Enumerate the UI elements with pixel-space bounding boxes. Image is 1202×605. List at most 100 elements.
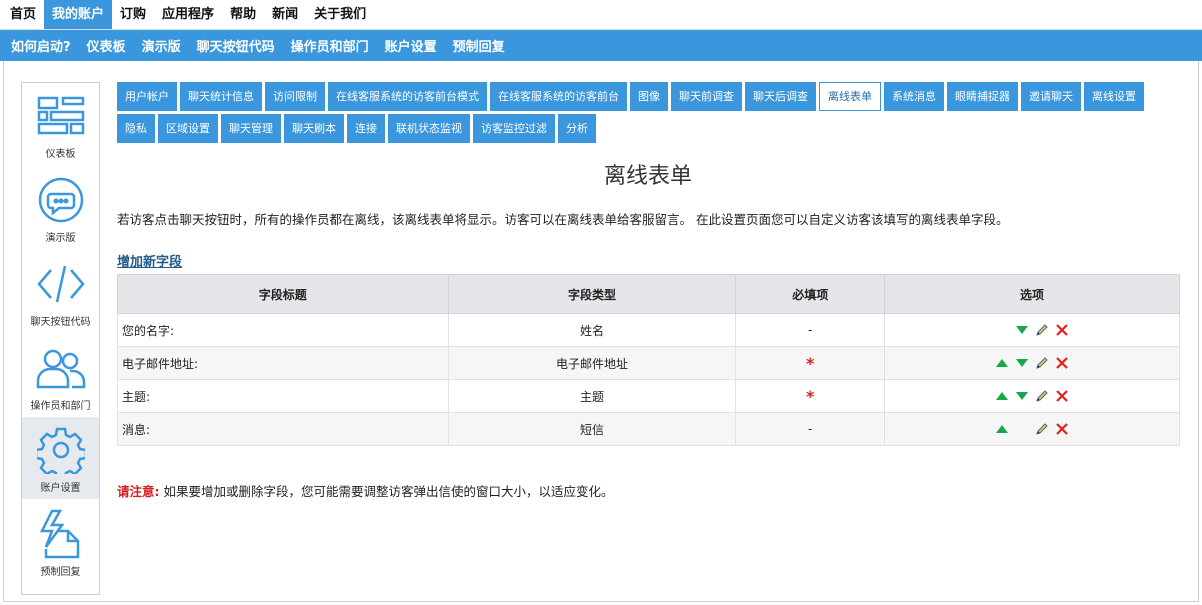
settings-tab[interactable]: 离线设置 — [1084, 82, 1144, 111]
settings-tab[interactable]: 分析 — [558, 114, 596, 143]
delete-x-icon[interactable] — [1055, 323, 1069, 337]
move-down-icon[interactable] — [1015, 389, 1029, 403]
sidebar-item-account-settings[interactable]: 账户设置 — [22, 417, 99, 499]
move-down-placeholder — [1015, 422, 1029, 436]
table-header-row: 字段标题 字段类型 必填项 选项 — [117, 274, 1180, 314]
sidebar-item-label: 账户设置 — [40, 483, 81, 494]
sub-nav-item[interactable]: 聊天按钮代码 — [189, 36, 283, 55]
delete-x-icon[interactable] — [1055, 356, 1069, 370]
sub-nav-item[interactable]: 如何启动? — [3, 36, 79, 55]
settings-tab[interactable]: 系统消息 — [884, 82, 944, 111]
required-cell: - — [735, 412, 886, 446]
intro-text: 若访客点击聊天按钮时，所有的操作员都在离线，该离线表单将显示。访客可以在离线表单… — [117, 212, 1009, 227]
sub-nav-item[interactable]: 预制回复 — [445, 36, 513, 55]
sidebar-item-demo[interactable]: 演示版 — [22, 167, 99, 249]
settings-tab[interactable]: 离线表单 — [819, 82, 881, 111]
row-actions — [885, 389, 1179, 403]
top-nav-item[interactable]: 新闻 — [264, 0, 306, 29]
top-nav-item[interactable]: 帮助 — [222, 0, 264, 29]
move-down-icon[interactable] — [1015, 323, 1029, 337]
settings-tab[interactable]: 在线客服系统的访客前台模式 — [328, 82, 487, 111]
sidebar: 仪表板 演示版 聊天按钮代码 操作员和部门 账户设置 预制回复 — [21, 82, 100, 595]
header-field-type: 字段类型 — [447, 274, 737, 314]
row-actions — [885, 356, 1179, 370]
settings-tabs: 用户帐户 聊天统计信息 访问限制 在线客服系统的访客前台模式 在线客服系统的访客前台 图像… — [117, 82, 1179, 146]
settings-tab[interactable]: 图像 — [630, 82, 668, 111]
top-nav-item[interactable]: 应用程序 — [154, 0, 222, 29]
settings-tab[interactable]: 聊天后调查 — [745, 82, 816, 111]
sidebar-item-canned-replies[interactable]: 预制回复 — [22, 501, 99, 583]
settings-tab[interactable]: 在线客服系统的访客前台 — [490, 82, 627, 111]
header-field-title: 字段标题 — [117, 274, 449, 314]
table-row: 消息: 短信 - — [117, 412, 1180, 446]
page-title: 离线表单 — [603, 164, 692, 189]
sub-nav-item[interactable]: 演示版 — [134, 36, 189, 55]
required-cell: - — [735, 313, 886, 347]
settings-tab[interactable]: 访问限制 — [265, 82, 325, 111]
move-up-placeholder — [995, 323, 1009, 337]
required-marker: * — [806, 353, 815, 373]
row-actions — [885, 422, 1179, 436]
code-icon — [36, 259, 86, 309]
settings-tab[interactable]: 邀请聊天 — [1021, 82, 1081, 111]
gear-icon — [36, 425, 86, 475]
sidebar-item-dashboard[interactable]: 仪表板 — [22, 83, 99, 165]
move-down-icon[interactable] — [1015, 356, 1029, 370]
edit-pencil-icon[interactable] — [1035, 422, 1049, 436]
field-title-cell: 电子邮件地址: — [117, 346, 449, 380]
field-type-cell: 姓名 — [447, 313, 737, 347]
sidebar-item-operators[interactable]: 操作员和部门 — [22, 335, 99, 417]
settings-tab[interactable]: 连接 — [347, 114, 385, 143]
top-nav-item[interactable]: 我的账户 — [44, 0, 113, 29]
required-marker: - — [808, 323, 813, 337]
top-nav-item[interactable]: 关于我们 — [306, 0, 374, 29]
settings-tab[interactable]: 访客监控过滤 — [473, 114, 555, 143]
table-row: 电子邮件地址: 电子邮件地址 * — [117, 346, 1180, 380]
move-up-icon[interactable] — [995, 389, 1009, 403]
move-up-icon[interactable] — [995, 422, 1009, 436]
settings-tab[interactable]: 用户帐户 — [117, 82, 177, 111]
options-cell — [884, 313, 1180, 347]
required-marker: - — [808, 422, 813, 436]
settings-tab[interactable]: 隐私 — [117, 114, 155, 143]
sidebar-item-label: 仪表板 — [45, 149, 76, 160]
settings-tab[interactable]: 聊天刷本 — [284, 114, 344, 143]
settings-tab[interactable]: 聊天管理 — [221, 114, 281, 143]
settings-tab[interactable]: 联机状态监视 — [388, 114, 470, 143]
fields-table: 字段标题 字段类型 必填项 选项 您的名字: 姓名 - 电子邮件地址: 电子邮件地址 * 主… — [117, 274, 1180, 446]
field-type-cell: 电子邮件地址 — [447, 346, 737, 380]
delete-x-icon[interactable] — [1055, 389, 1069, 403]
delete-x-icon[interactable] — [1055, 422, 1069, 436]
add-field-link[interactable]: 增加新字段 — [117, 251, 182, 270]
row-actions — [885, 323, 1179, 337]
edit-pencil-icon[interactable] — [1035, 389, 1049, 403]
top-nav-item[interactable]: 首页 — [2, 0, 44, 29]
move-up-icon[interactable] — [995, 356, 1009, 370]
edit-pencil-icon[interactable] — [1035, 356, 1049, 370]
note-lead: 请注意: — [117, 484, 160, 499]
sub-nav-item[interactable]: 账户设置 — [377, 36, 445, 55]
note-text: 如果要增加或删除字段，您可能需要调整访客弹出信使的窗口大小，以适应变化。 — [159, 484, 614, 499]
settings-tab[interactable]: 区域设置 — [158, 114, 218, 143]
sidebar-item-label: 演示版 — [45, 233, 76, 244]
sub-nav-item[interactable]: 仪表板 — [79, 36, 134, 55]
edit-pencil-icon[interactable] — [1035, 323, 1049, 337]
field-title-cell: 消息: — [117, 412, 449, 446]
tab-row-1: 用户帐户 聊天统计信息 访问限制 在线客服系统的访客前台模式 在线客服系统的访客前台 图像… — [117, 82, 1179, 111]
required-cell: * — [735, 346, 886, 380]
table-row: 主题: 主题 * — [117, 379, 1180, 413]
options-cell — [884, 346, 1180, 380]
required-marker: * — [806, 386, 815, 406]
settings-tab[interactable]: 聊天前调查 — [671, 82, 742, 111]
options-cell — [884, 412, 1180, 446]
settings-tab[interactable]: 聊天统计信息 — [180, 82, 262, 111]
top-nav-item[interactable]: 订购 — [112, 0, 154, 29]
field-title-cell: 主题: — [117, 379, 449, 413]
options-cell — [884, 379, 1180, 413]
sub-nav-item[interactable]: 操作员和部门 — [283, 36, 377, 55]
required-cell: * — [735, 379, 886, 413]
header-options: 选项 — [884, 274, 1180, 314]
sidebar-item-chat-button-code[interactable]: 聊天按钮代码 — [22, 251, 99, 333]
sidebar-item-label: 聊天按钮代码 — [30, 317, 91, 328]
settings-tab[interactable]: 眼睛捕捉器 — [947, 82, 1018, 111]
